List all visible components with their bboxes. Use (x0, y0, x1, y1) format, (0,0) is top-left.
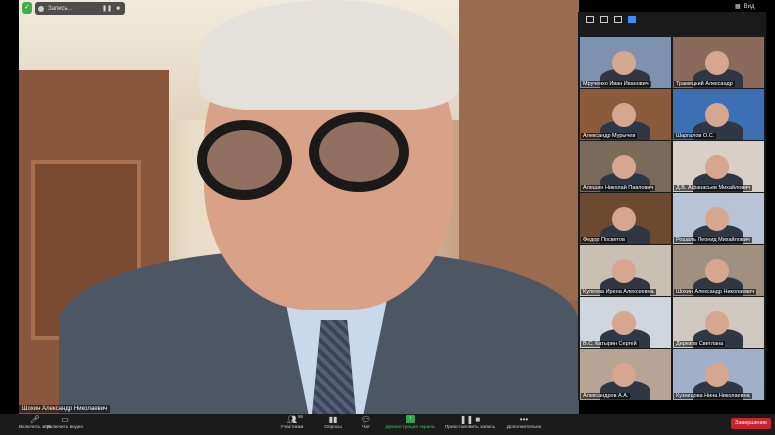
participant-face (705, 51, 729, 75)
participants-label: Участники (280, 425, 304, 430)
recording-indicator: Запись... ❚❚ ■ (35, 2, 125, 15)
recording-label: Запись... (48, 5, 73, 12)
glasses (309, 112, 409, 192)
pause-recording-button[interactable]: ❚❚ ■ Приостановить запись (440, 415, 500, 430)
participant-name: Александр Мурычев (581, 133, 638, 139)
more-icon: ••• (519, 415, 529, 424)
start-video-button[interactable]: ▭ Включить видео (35, 415, 95, 430)
participant-face (705, 311, 729, 335)
glasses (197, 120, 292, 200)
participant-face (612, 363, 636, 387)
participant-face (612, 311, 636, 335)
participant-name: Кузнецова Нина Николаевна (674, 393, 752, 399)
chat-label: Чат (362, 425, 370, 430)
participant-tile[interactable]: Алешин Николай Павлович (580, 141, 671, 192)
participant-face (705, 103, 729, 127)
participant-name: В.С. Катырин Сергей (581, 341, 639, 347)
participant-tile[interactable]: Мрученко Иван Иванович (580, 37, 671, 88)
share-screen-button[interactable]: ↑ Демонстрация экрана (380, 415, 440, 430)
participant-tile[interactable]: Федор Посветов (580, 193, 671, 244)
participant-name: Кулеева Ирена Алексеевна (581, 289, 656, 295)
participant-face (612, 207, 636, 231)
gallery-view-icon[interactable] (628, 15, 636, 23)
more-label: Дополнительно (506, 425, 542, 430)
speaker-hair (199, 0, 459, 110)
participant-tiles: Мрученко Иван Иванович Трамецкий Александ… (580, 37, 764, 400)
participant-tile[interactable]: Трамецкий Александр (673, 37, 764, 88)
participant-name: Шаргалов О.С. (674, 133, 717, 139)
participant-face (612, 155, 636, 179)
participant-name: Алешин Николай Павлович (581, 185, 656, 191)
participant-name: Александров А.А. (581, 393, 631, 399)
wood-panel (459, 0, 579, 300)
share-screen-label: Демонстрация экрана (385, 425, 435, 430)
participant-tile[interactable]: Д.В. Афанасьев Михайлович (673, 141, 764, 192)
participant-tile[interactable]: Рошаль Леонид Михайлович (673, 193, 764, 244)
participant-tile[interactable]: Кузнецова Нина Николаевна (673, 349, 764, 400)
pause-recording-icon[interactable]: ❚❚ (102, 5, 112, 12)
share-screen-icon: ↑ (405, 415, 415, 423)
main-speaker-video (19, 0, 579, 414)
participant-tile[interactable]: Шохин Александр Николаевич (673, 245, 764, 296)
strip-view-icon[interactable] (614, 15, 622, 23)
participant-face (612, 51, 636, 75)
participant-name: Трамецкий Александр (674, 81, 735, 87)
zoom-window: ✓ Запись... ❚❚ ■ Шохин Александр Николае… (0, 0, 775, 435)
minimize-icon[interactable] (586, 15, 594, 23)
participant-face (705, 259, 729, 283)
participant-name: Д.В. Афанасьев Михайлович (674, 185, 753, 191)
record-dot-icon (38, 5, 44, 12)
pause-recording-label: Приостановить запись (444, 425, 496, 430)
shield-icon[interactable]: ✓ (22, 2, 32, 14)
participant-tile[interactable]: В.С. Катырин Сергей (580, 297, 671, 348)
participant-tile[interactable]: Кулеева Ирена Алексеевна (580, 245, 671, 296)
participant-name: Дерезов Светлана (674, 341, 726, 347)
participant-face (705, 207, 729, 231)
participant-tile[interactable]: Шаргалов О.С. (673, 89, 764, 140)
participant-face (705, 363, 729, 387)
participant-name: Рошаль Леонид Михайлович (674, 237, 752, 243)
speaker-view-icon[interactable] (600, 15, 608, 23)
main-speaker-name: Шохин Александр Николаевич (19, 405, 111, 413)
participant-face (612, 259, 636, 283)
video-off-icon: ▭ (61, 415, 69, 424)
grid-icon: ▦ (735, 4, 741, 10)
participant-face (612, 103, 636, 127)
view-button[interactable]: ▦ Вид (735, 3, 755, 11)
stop-recording-icon[interactable]: ■ (114, 6, 122, 12)
participant-name: Мрученко Иван Иванович (581, 81, 651, 87)
participant-tile[interactable]: Александров А.А. (580, 349, 671, 400)
more-button[interactable]: ••• Дополнительно (494, 415, 554, 430)
chat-icon: 💬︎ (360, 415, 372, 424)
participant-tile[interactable]: Александр Мурычев (580, 89, 671, 140)
pause-stop-icon: ❚❚ ■ (459, 415, 481, 424)
end-meeting-button[interactable]: Завершение (731, 418, 771, 429)
participant-face (705, 155, 729, 179)
participant-tile[interactable]: Дерезов Светлана (673, 297, 764, 348)
participants-icon: 👥︎ (286, 415, 298, 424)
participant-name: Федор Посветов (581, 237, 627, 243)
start-video-label: Включить видео (46, 425, 84, 430)
view-label: Вид (743, 3, 755, 10)
gallery-toolbar (578, 12, 766, 26)
participant-name: Шохин Александр Николаевич (674, 289, 757, 295)
